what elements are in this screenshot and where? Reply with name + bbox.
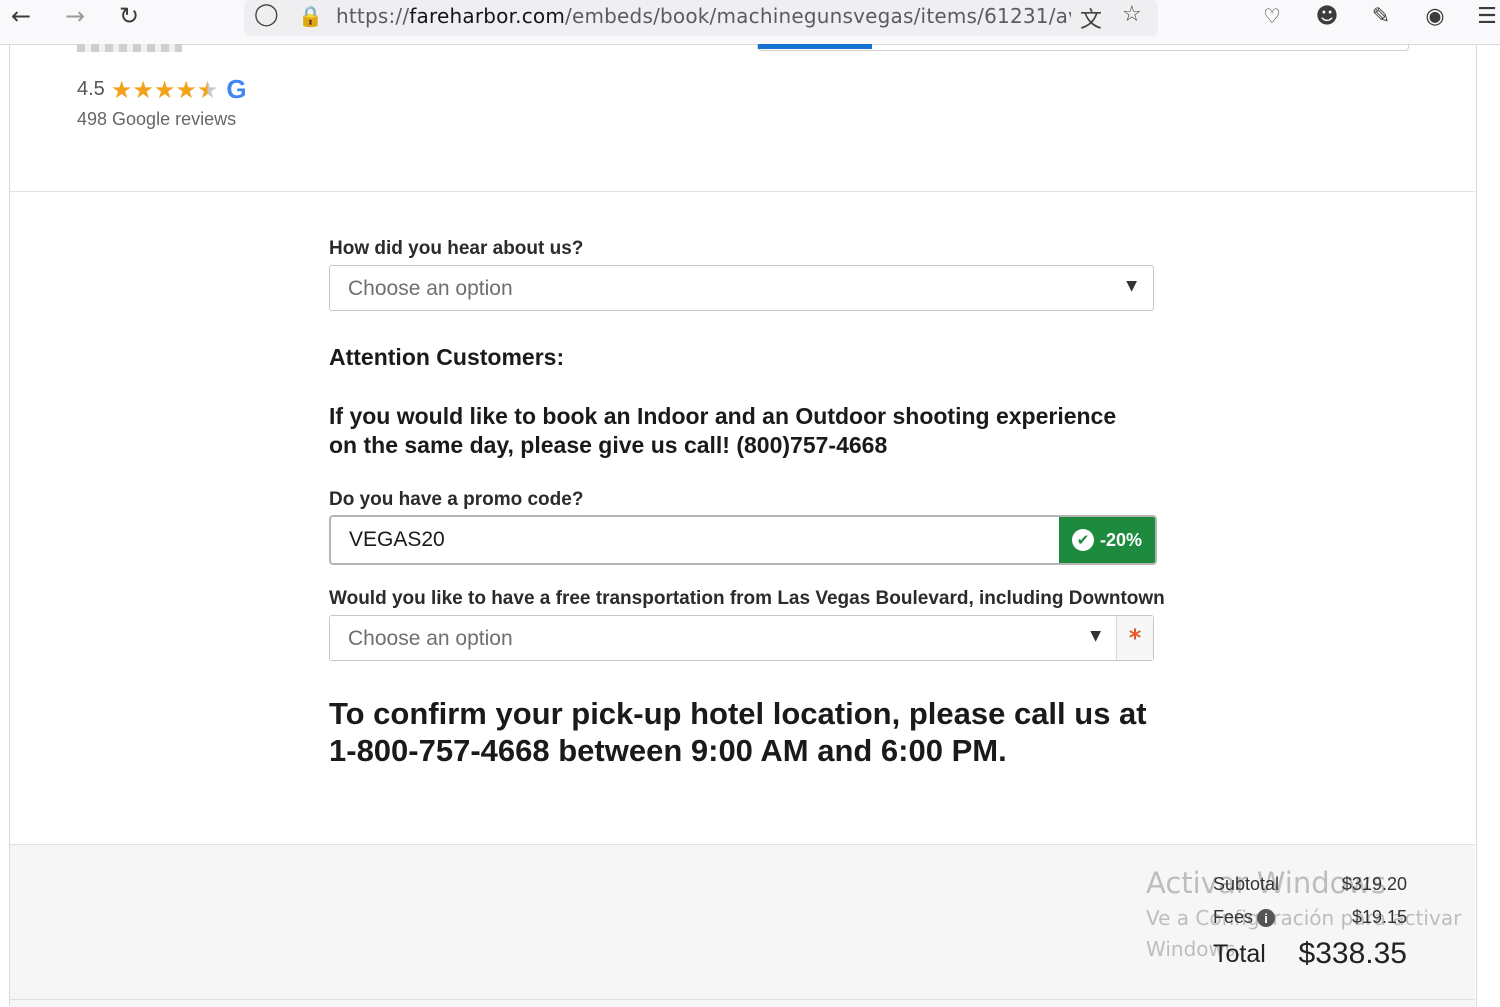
footer-divider [10, 999, 1475, 1000]
shield-icon[interactable]: ◯ [254, 2, 279, 27]
vpn-icon[interactable]: ◉ [1420, 2, 1450, 30]
fees-label-text: Fees [1213, 907, 1254, 927]
chevron-down-icon: ▼ [1126, 278, 1137, 294]
google-icon: G [226, 74, 247, 104]
attention-title: Attention Customers: [329, 344, 565, 370]
total-value: $338.35 [1298, 937, 1407, 970]
promo-label: Do you have a promo code? [329, 489, 584, 510]
forward-arrow-icon[interactable]: → [60, 2, 90, 30]
extensions-icon[interactable]: ✎ [1366, 2, 1396, 30]
star-icon: ★ [175, 75, 197, 104]
star-icon: ★ [132, 75, 154, 104]
fees-label: Fees i [1213, 907, 1276, 928]
hear-about-placeholder: Choose an option [348, 277, 513, 300]
promo-discount-badge: ✔ -20% [1059, 517, 1155, 563]
address-bar[interactable]: ◯ 🔒 https://fareharbor.com/embeds/book/m… [244, 0, 1158, 36]
pocket-icon[interactable]: ♡ [1257, 2, 1287, 30]
bookmark-star-icon[interactable]: ☆ [1122, 2, 1142, 27]
back-arrow-icon[interactable]: ← [6, 2, 36, 30]
half-star-icon: ★ [196, 75, 219, 104]
hear-about-select[interactable]: Choose an option ▼ [329, 265, 1154, 311]
check-circle-icon: ✔ [1071, 529, 1094, 551]
availability-tabs[interactable] [757, 44, 1409, 51]
total-label: Total [1213, 940, 1266, 968]
item-thumbnail [77, 44, 182, 52]
required-asterisk-icon: * [1116, 616, 1153, 660]
url-text[interactable]: https://fareharbor.com/embeds/book/machi… [336, 4, 1071, 28]
promo-code-input[interactable] [331, 517, 1057, 563]
star-icon: ★ [153, 75, 176, 104]
chevron-down-icon: ▼ [1090, 628, 1101, 644]
subtotal-label: Subtotal [1213, 874, 1280, 894]
translate-icon[interactable]: 文 [1080, 2, 1102, 34]
section-divider [10, 191, 1475, 192]
promo-code-field[interactable]: ✔ -20% [329, 515, 1157, 565]
hear-about-label: How did you hear about us? [329, 238, 584, 259]
promo-discount-text: -20% [1099, 529, 1143, 550]
browser-toolbar: ← → ↻ ◯ 🔒 https://fareharbor.com/embeds/… [0, 0, 1500, 45]
lock-icon[interactable]: 🔒 [298, 4, 323, 28]
tab-active-indicator [758, 44, 872, 49]
google-rating: 4.5 ★ ★ ★ ★ ★ G [77, 74, 247, 105]
subtotal-value: $319.20 [1341, 874, 1407, 894]
attention-body: If you would like to book an Indoor and … [329, 403, 1117, 458]
menu-icon[interactable]: ☰ [1472, 2, 1500, 30]
reload-icon[interactable]: ↻ [114, 2, 144, 30]
account-icon[interactable]: ☻ [1312, 2, 1342, 30]
info-icon[interactable]: i [1257, 909, 1276, 928]
transport-label: Would you like to have a free transporta… [329, 588, 1165, 609]
fees-value: $19.15 [1351, 907, 1407, 927]
review-count[interactable]: 498 Google reviews [77, 109, 236, 130]
pickup-notice: To confirm your pick-up hotel location, … [329, 696, 1147, 768]
transport-select[interactable]: Choose an option ▼ * [329, 615, 1154, 661]
star-icon: ★ [110, 75, 133, 104]
transport-placeholder: Choose an option [348, 627, 513, 650]
rating-value: 4.5 [77, 78, 105, 100]
